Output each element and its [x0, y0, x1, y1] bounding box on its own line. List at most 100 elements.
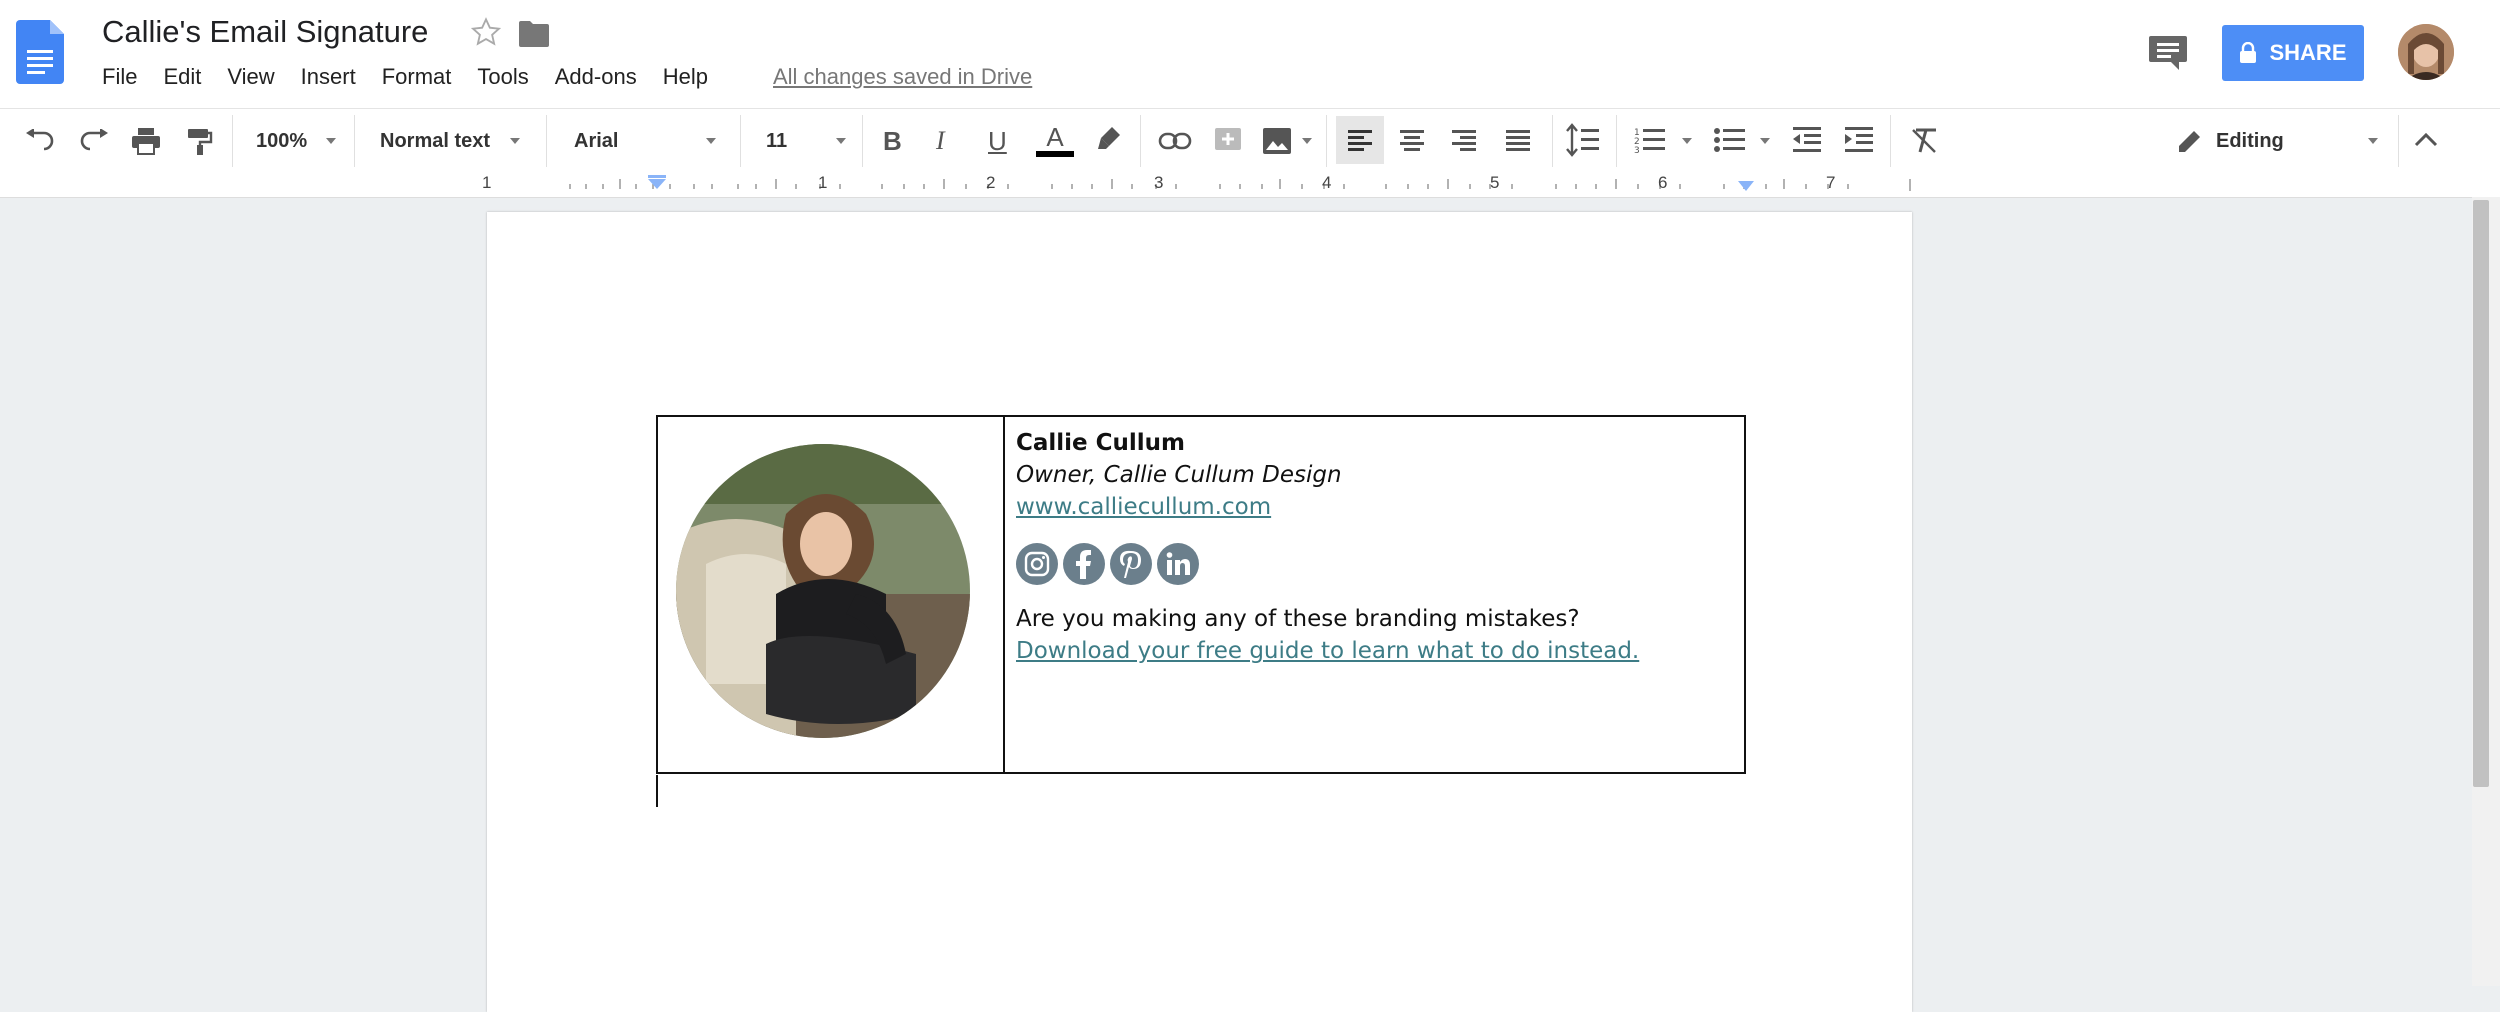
ruler[interactable]: 1 1 2 3 4 5 6 7: [0, 173, 2500, 198]
toolbar-separator: [862, 115, 863, 167]
toolbar-separator: [1616, 115, 1617, 167]
menu-help[interactable]: Help: [650, 64, 721, 90]
menu-addons[interactable]: Add-ons: [542, 64, 650, 90]
signature-text: Callie Cullum Owner, Callie Cullum Desig…: [1016, 427, 1639, 667]
insert-image-icon[interactable]: [1262, 127, 1292, 155]
pinterest-icon[interactable]: [1110, 543, 1152, 585]
ruler-mark: 1: [818, 173, 828, 192]
avatar-photo: [2398, 24, 2454, 80]
align-left-button[interactable]: [1336, 116, 1384, 164]
text-color-icon: A: [1046, 122, 1064, 152]
toolbar-separator: [740, 115, 741, 167]
signature-role: Owner, Callie Cullum Design: [1016, 462, 1342, 488]
chevron-down-icon: [706, 138, 716, 144]
toolbar-separator: [232, 115, 233, 167]
signature-name: Callie Cullum: [1016, 430, 1186, 456]
chevron-down-icon: [1760, 138, 1770, 144]
bold-button[interactable]: B: [883, 109, 902, 173]
ruler-mark: 3: [1154, 173, 1164, 192]
svg-text:3: 3: [1634, 146, 1640, 155]
paint-format-icon[interactable]: [186, 127, 214, 155]
text-color-button[interactable]: A: [1036, 109, 1074, 173]
align-justify-icon[interactable]: [1494, 116, 1542, 164]
chevron-down-icon: [1682, 138, 1692, 144]
chevron-down-icon: [1302, 138, 1312, 144]
zoom-select[interactable]: 100%: [256, 109, 307, 173]
bulleted-list-icon[interactable]: [1714, 125, 1746, 155]
save-status-link[interactable]: All changes saved in Drive: [773, 64, 1032, 90]
lock-icon: [2240, 42, 2257, 63]
add-comment-icon[interactable]: [1214, 127, 1242, 155]
website-link[interactable]: www.calliecullum.com: [1016, 491, 1639, 523]
toolbar-separator: [1326, 115, 1327, 167]
redo-icon[interactable]: [78, 129, 110, 153]
collapse-chevron-up-icon[interactable]: [2414, 131, 2438, 149]
editing-mode-select[interactable]: Editing: [2216, 109, 2284, 173]
ruler-mark: 1: [482, 173, 492, 192]
italic-button[interactable]: I: [936, 109, 945, 173]
menu-edit[interactable]: Edit: [150, 64, 214, 90]
toolbar-separator: [2398, 115, 2399, 167]
text-cursor: [656, 775, 658, 807]
guide-download-link[interactable]: Download your free guide to learn what t…: [1016, 635, 1639, 667]
align-center-icon[interactable]: [1388, 116, 1436, 164]
document-title[interactable]: Callie's Email Signature: [102, 14, 428, 50]
toolbar-separator: [1552, 115, 1553, 167]
decrease-indent-icon[interactable]: [1792, 125, 1822, 155]
table-column-divider: [1003, 417, 1005, 772]
print-icon[interactable]: [130, 127, 162, 155]
font-select[interactable]: Arial: [574, 109, 618, 173]
profile-photo[interactable]: [676, 444, 970, 738]
menu-format[interactable]: Format: [369, 64, 465, 90]
comment-icon[interactable]: [2148, 34, 2188, 72]
toolbar-separator: [354, 115, 355, 167]
align-right-icon[interactable]: [1440, 116, 1488, 164]
menu-bar: File Edit View Insert Format Tools Add-o…: [102, 64, 721, 90]
app-header: Callie's Email Signature File Edit View …: [0, 0, 2500, 108]
toolbar-separator: [546, 115, 547, 167]
signature-table[interactable]: Callie Cullum Owner, Callie Cullum Desig…: [656, 415, 1746, 774]
chevron-down-icon: [510, 138, 520, 144]
undo-icon[interactable]: [24, 129, 56, 153]
line-spacing-icon[interactable]: [1566, 123, 1602, 157]
numbered-list-icon[interactable]: 1 2 3: [1634, 125, 1666, 155]
docs-logo-icon[interactable]: [16, 20, 64, 84]
align-left-icon: [1348, 130, 1372, 151]
signature-question: Are you making any of these branding mis…: [1016, 606, 1580, 632]
scrollbar-thumb[interactable]: [2473, 200, 2489, 787]
user-avatar[interactable]: [2398, 24, 2454, 80]
ruler-mark: 7: [1826, 173, 1836, 192]
pencil-icon: [2179, 131, 2200, 152]
menu-tools[interactable]: Tools: [464, 64, 541, 90]
highlight-icon[interactable]: [1096, 125, 1124, 155]
paragraph-style-select[interactable]: Normal text: [380, 109, 490, 173]
chevron-down-icon: [326, 138, 336, 144]
toolbar-separator: [1890, 115, 1891, 167]
facebook-icon[interactable]: [1063, 543, 1105, 585]
share-button[interactable]: SHARE: [2222, 25, 2364, 81]
star-icon[interactable]: [470, 16, 502, 48]
menu-file[interactable]: File: [102, 64, 150, 90]
menu-insert[interactable]: Insert: [288, 64, 369, 90]
instagram-icon[interactable]: [1016, 543, 1058, 585]
font-size-select[interactable]: 11: [766, 109, 787, 173]
ruler-scale: 1 1 2 3 4 5 6 7: [480, 173, 1912, 197]
underline-button[interactable]: U: [988, 109, 1007, 173]
ruler-mark: 2: [986, 173, 996, 192]
ruler-mark: 5: [1490, 173, 1500, 192]
share-label: SHARE: [2269, 40, 2347, 65]
social-icons: [1016, 543, 1639, 585]
chevron-down-icon: [2368, 138, 2378, 144]
profile-photo-image: [676, 444, 970, 738]
folder-icon[interactable]: [518, 20, 550, 48]
chevron-down-icon: [836, 138, 846, 144]
clear-formatting-icon[interactable]: [1910, 127, 1940, 155]
link-icon[interactable]: [1158, 131, 1192, 151]
ruler-mark: 6: [1658, 173, 1668, 192]
ruler-mark: 4: [1322, 173, 1332, 192]
toolbar: 100% Normal text Arial 11 B I U A 1 2 3 …: [0, 108, 2500, 174]
increase-indent-icon[interactable]: [1844, 125, 1874, 155]
text-color-swatch: [1036, 151, 1074, 157]
linkedin-icon[interactable]: [1157, 543, 1199, 585]
menu-view[interactable]: View: [214, 64, 287, 90]
